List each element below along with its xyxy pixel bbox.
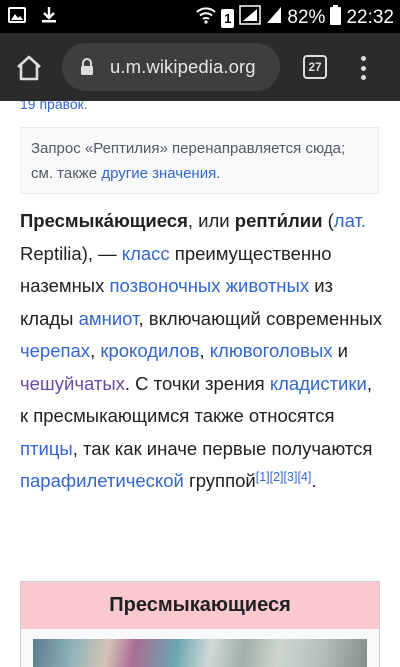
battery-icon — [330, 5, 342, 31]
sim-icon: 1 — [221, 8, 235, 28]
lead-paragraph: Пресмыка́ющиеся, или репти́лии (лат. Rep… — [20, 205, 385, 498]
text: Reptilia), — — [20, 242, 122, 264]
lock-icon — [80, 58, 94, 81]
tabs-button[interactable]: 27 — [303, 55, 327, 79]
reference-link[interactable]: [3] — [284, 470, 298, 484]
text: , — [90, 340, 101, 361]
link-class[interactable]: класс — [122, 243, 170, 264]
text: , так как иначе первые получаются — [72, 437, 373, 459]
infobox-title: Пресмыкающиеся — [21, 582, 379, 629]
link-cladistics[interactable]: кладистики — [270, 373, 367, 394]
home-icon — [17, 55, 41, 81]
tab-count: 27 — [308, 60, 322, 74]
text: и — [332, 340, 348, 361]
signal-icon — [266, 5, 282, 31]
photo-icon — [8, 6, 26, 29]
term-bold: репти́лии — [234, 210, 323, 231]
link-birds[interactable]: птицы — [20, 438, 73, 459]
other-meanings-link[interactable]: другие значения — [101, 165, 216, 182]
download-icon — [40, 6, 58, 29]
infobox: Пресмыкающиеся — [20, 581, 380, 667]
link-rhynchocephalia[interactable]: клювоголовых — [210, 340, 333, 361]
link-amniotes[interactable]: амниот — [79, 308, 139, 329]
hatnote-end: . — [216, 165, 221, 182]
text: , включающий современных — [138, 307, 383, 329]
home-button[interactable] — [14, 53, 44, 83]
article-content: 19 правок. Запрос «Рептилия» перенаправл… — [0, 101, 400, 667]
wifi-icon — [196, 6, 217, 30]
link-turtles[interactable]: черепах — [20, 340, 90, 361]
term-bold: Пресмыка́ющиеся — [20, 210, 188, 231]
references: [1][2][3][4] — [256, 470, 312, 484]
browser-toolbar: u.m.wikipedia.org 27 — [0, 33, 400, 101]
reference-link[interactable]: [4] — [297, 470, 311, 484]
text: , или — [187, 210, 235, 231]
clock: 22:32 — [346, 7, 394, 28]
link-crocodiles[interactable]: крокодилов — [100, 340, 199, 361]
more-vert-icon[interactable] — [356, 53, 370, 83]
infobox-image[interactable] — [33, 639, 367, 667]
link-latin[interactable]: лат. — [334, 210, 366, 231]
reference-link[interactable]: [2] — [270, 470, 284, 484]
edits-link[interactable]: 19 правок. — [20, 101, 88, 112]
text: , — [199, 340, 210, 361]
url-bar[interactable]: u.m.wikipedia.org — [62, 43, 280, 91]
battery-percent: 82% — [287, 7, 326, 28]
text: . — [311, 470, 317, 491]
reference-link[interactable]: [1] — [256, 470, 270, 484]
url-text: u.m.wikipedia.org — [110, 56, 256, 77]
text: ( — [322, 210, 334, 231]
hatnote: Запрос «Рептилия» перенаправляется сюда;… — [20, 127, 379, 194]
link-squamata[interactable]: чешуйчатых — [20, 373, 125, 394]
text: . С точки зрения — [124, 372, 270, 394]
status-bar: 1 82% 22:32 — [0, 0, 400, 33]
link-paraphyletic[interactable]: парафилетической — [20, 470, 184, 491]
text: группой — [183, 470, 256, 491]
signal-icon — [239, 5, 262, 31]
link-vertebrates[interactable]: позвоночных животных — [109, 275, 309, 296]
